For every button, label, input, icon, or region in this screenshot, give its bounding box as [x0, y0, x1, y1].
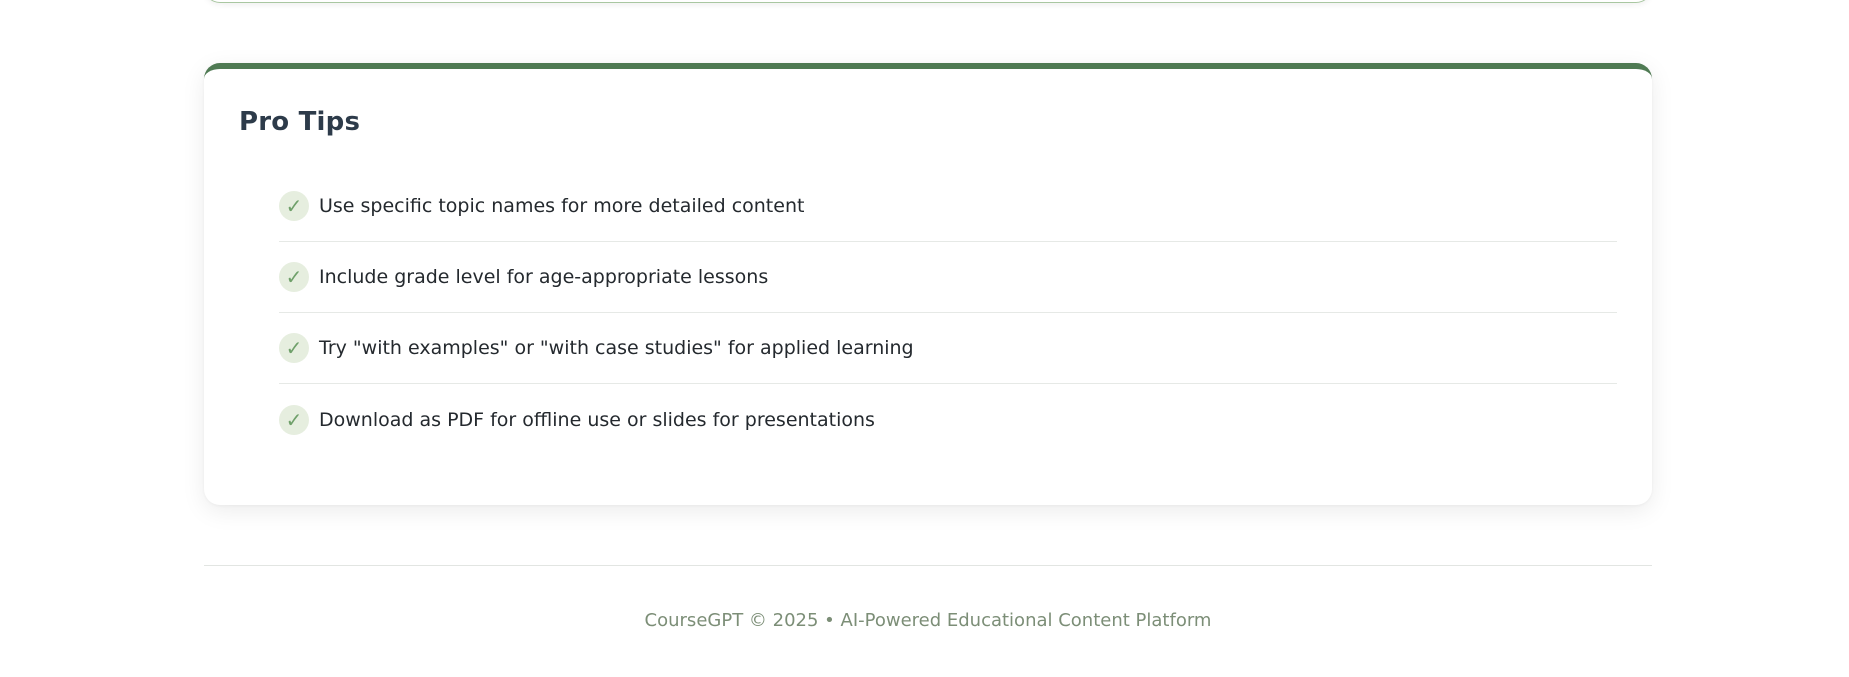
checkmark-icon: ✓	[279, 262, 309, 292]
tip-item: ✓ Use specific topic names for more deta…	[279, 171, 1617, 242]
checkmark-icon: ✓	[279, 191, 309, 221]
pro-tips-list: ✓ Use specific topic names for more deta…	[279, 171, 1617, 455]
tip-item: ✓ Try "with examples" or "with case stud…	[279, 313, 1617, 384]
tip-text: Try "with examples" or "with case studie…	[319, 337, 914, 359]
footer-text: CourseGPT © 2025 • AI-Powered Educationa…	[644, 610, 1212, 631]
previous-card-edge	[204, 0, 1652, 3]
footer-divider	[204, 565, 1652, 566]
pro-tips-card: Pro Tips ✓ Use specific topic names for …	[204, 63, 1652, 505]
tip-item: ✓ Download as PDF for offline use or sli…	[279, 384, 1617, 455]
tip-text: Use specific topic names for more detail…	[319, 195, 805, 217]
tip-text: Include grade level for age-appropriate …	[319, 266, 769, 288]
pro-tips-title: Pro Tips	[239, 107, 361, 137]
checkmark-icon: ✓	[279, 404, 309, 435]
tip-item: ✓ Include grade level for age-appropriat…	[279, 242, 1617, 313]
checkmark-icon: ✓	[279, 333, 309, 363]
page: Pro Tips ✓ Use specific topic names for …	[0, 0, 1849, 677]
tip-text: Download as PDF for offline use or slide…	[319, 408, 875, 431]
